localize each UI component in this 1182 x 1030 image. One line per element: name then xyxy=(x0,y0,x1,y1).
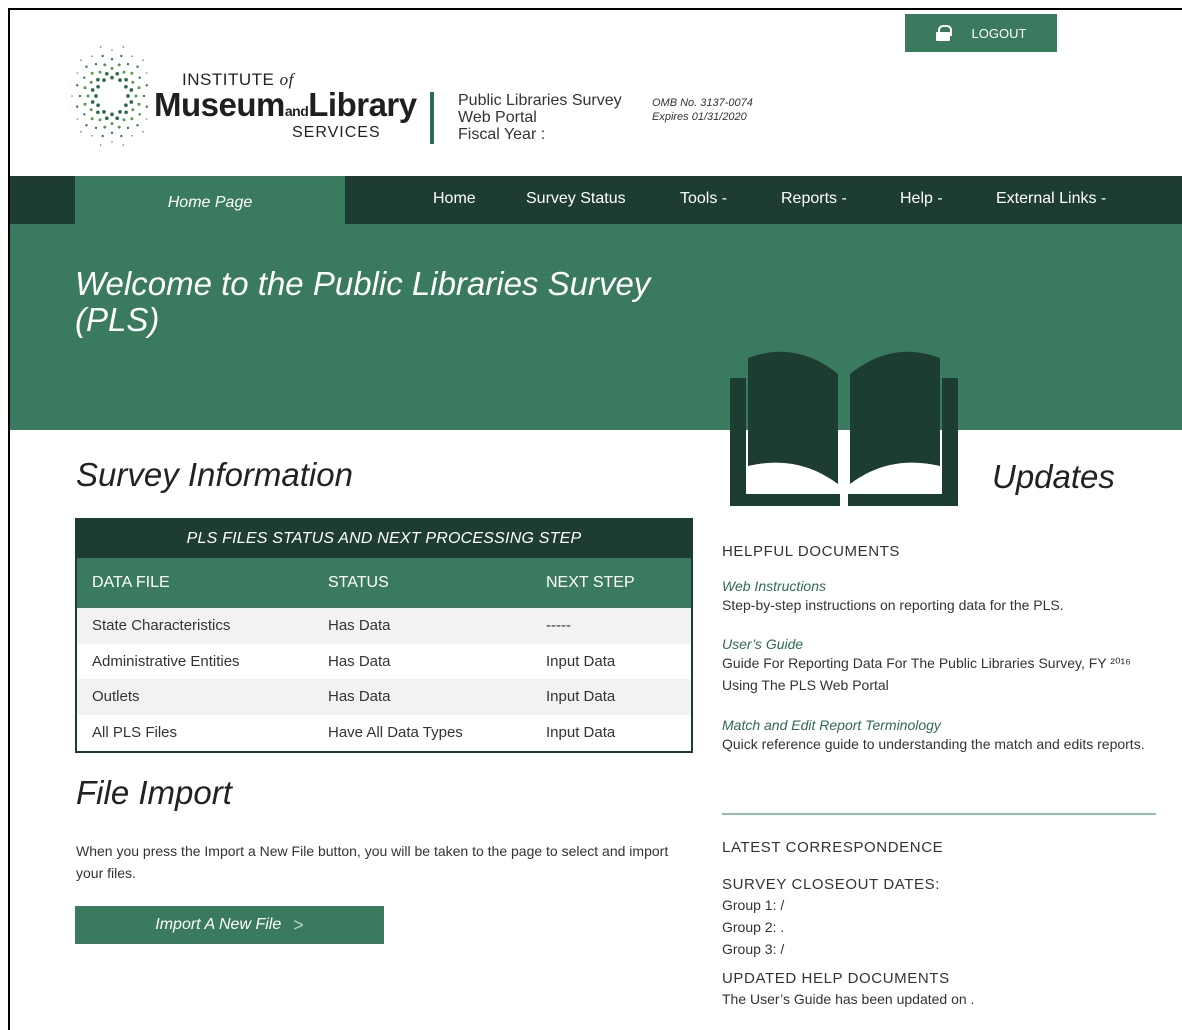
latest-correspondence-heading: LATEST CORRESPONDENCE xyxy=(722,839,944,856)
group-2-date: Group 2: . xyxy=(722,919,785,935)
table-header-row: DATA FILE STATUS NEXT STEP xyxy=(77,558,691,608)
omb-notice: OMB No. 3137-0074 Expires 01/31/2020 xyxy=(652,97,753,123)
section-divider xyxy=(722,813,1156,815)
import-button-label: Import A New File xyxy=(155,916,282,933)
cell-next-step: Input Data xyxy=(546,652,616,670)
cell-next-step: Input Data xyxy=(546,723,616,741)
starburst-logo-icon xyxy=(70,46,148,146)
help-update-text: The User’s Guide has been updated on . xyxy=(722,991,975,1007)
doc-description: Quick reference guide to understanding t… xyxy=(722,736,1145,752)
main-nav: Home Page Home Survey Status Tools - Rep… xyxy=(10,176,1182,224)
chevron-right-icon: > xyxy=(293,914,304,935)
table-row: Outlets Has Data Input Data xyxy=(77,679,691,715)
table-row: State Characteristics Has Data ----- xyxy=(77,608,691,644)
doc-item: Match and Edit Report Terminology Quick … xyxy=(722,717,1152,755)
logo-services: SERVICES xyxy=(292,124,381,141)
logo-museum-library: MuseumandLibrary xyxy=(154,86,417,123)
web-instructions-link[interactable]: Web Instructions xyxy=(722,578,1152,594)
cell-status: Has Data xyxy=(328,688,391,705)
cell-data-file: Outlets xyxy=(92,688,140,705)
cell-data-file: Administrative Entities xyxy=(92,652,240,670)
page-frame: INSTITUTE of MuseumandLibrary SERVICES P… xyxy=(8,8,1182,1030)
portal-title: Public Libraries Survey Web Portal Fisca… xyxy=(458,92,622,143)
helpful-documents-heading: HELPFUL DOCUMENTS xyxy=(722,543,900,560)
survey-information-heading: Survey Information xyxy=(76,456,353,493)
cell-status: Has Data xyxy=(328,617,391,634)
cell-next-step: Input Data xyxy=(546,688,616,705)
table-row: All PLS Files Have All Data Types Input … xyxy=(77,715,691,751)
nav-tools-dropdown[interactable]: Tools - xyxy=(680,176,727,224)
nav-reports-dropdown[interactable]: Reports - xyxy=(781,176,847,224)
file-import-heading: File Import xyxy=(76,774,232,811)
column-header-next-step: NEXT STEP xyxy=(546,574,635,591)
file-import-description: When you press the Import a New File but… xyxy=(76,843,669,881)
hero-banner: Welcome to the Public Libraries Survey (… xyxy=(10,224,1182,430)
pls-files-status-table: PLS FILES STATUS AND NEXT PROCESSING STE… xyxy=(75,518,693,753)
open-book-icon xyxy=(730,351,958,506)
cell-data-file: State Characteristics xyxy=(92,617,231,634)
nav-current-page: Home Page xyxy=(75,176,345,224)
column-header-status: STATUS xyxy=(328,574,389,591)
nav-external-links-dropdown[interactable]: External Links - xyxy=(996,176,1106,224)
doc-description: Guide For Reporting Data For The Public … xyxy=(722,655,1131,693)
doc-item: User’s Guide Guide For Reporting Data Fo… xyxy=(722,636,1152,696)
users-guide-link[interactable]: User’s Guide xyxy=(722,636,1152,652)
nav-help-dropdown[interactable]: Help - xyxy=(900,176,943,224)
hero-title: Welcome to the Public Libraries Survey (… xyxy=(75,265,651,338)
column-header-data-file: DATA FILE xyxy=(92,574,170,591)
updates-heading: Updates xyxy=(992,458,1115,495)
header-divider xyxy=(430,92,434,144)
survey-closeout-heading: SURVEY CLOSEOUT DATES: xyxy=(722,876,940,893)
cell-data-file: All PLS Files xyxy=(92,723,178,741)
nav-home[interactable]: Home xyxy=(433,176,476,224)
table-row: Administrative Entities Has Data Input D… xyxy=(77,644,691,680)
group-1-date: Group 1: / xyxy=(722,897,785,913)
imls-logo[interactable]: INSTITUTE of MuseumandLibrary SERVICES xyxy=(70,38,417,158)
doc-item: Web Instructions Step-by-step instructio… xyxy=(722,578,1152,616)
table-caption: PLS FILES STATUS AND NEXT PROCESSING STE… xyxy=(77,520,691,558)
updated-help-documents-heading: UPDATED HELP DOCUMENTS xyxy=(722,970,950,987)
lock-icon xyxy=(935,25,952,41)
group-3-date: Group 3: / xyxy=(722,941,785,957)
cell-status: Has Data xyxy=(328,652,391,670)
nav-survey-status[interactable]: Survey Status xyxy=(526,176,626,224)
logout-button[interactable]: LOGOUT xyxy=(905,14,1057,52)
cell-next-step: ----- xyxy=(546,617,571,634)
cell-status: Have All Data Types xyxy=(328,723,463,741)
doc-description: Step-by-step instructions on reporting d… xyxy=(722,597,1064,613)
site-header: INSTITUTE of MuseumandLibrary SERVICES P… xyxy=(10,10,1182,176)
match-edit-terminology-link[interactable]: Match and Edit Report Terminology xyxy=(722,717,1152,733)
logout-label: LOGOUT xyxy=(971,25,1027,41)
import-new-file-button[interactable]: Import A New File > xyxy=(75,906,384,944)
